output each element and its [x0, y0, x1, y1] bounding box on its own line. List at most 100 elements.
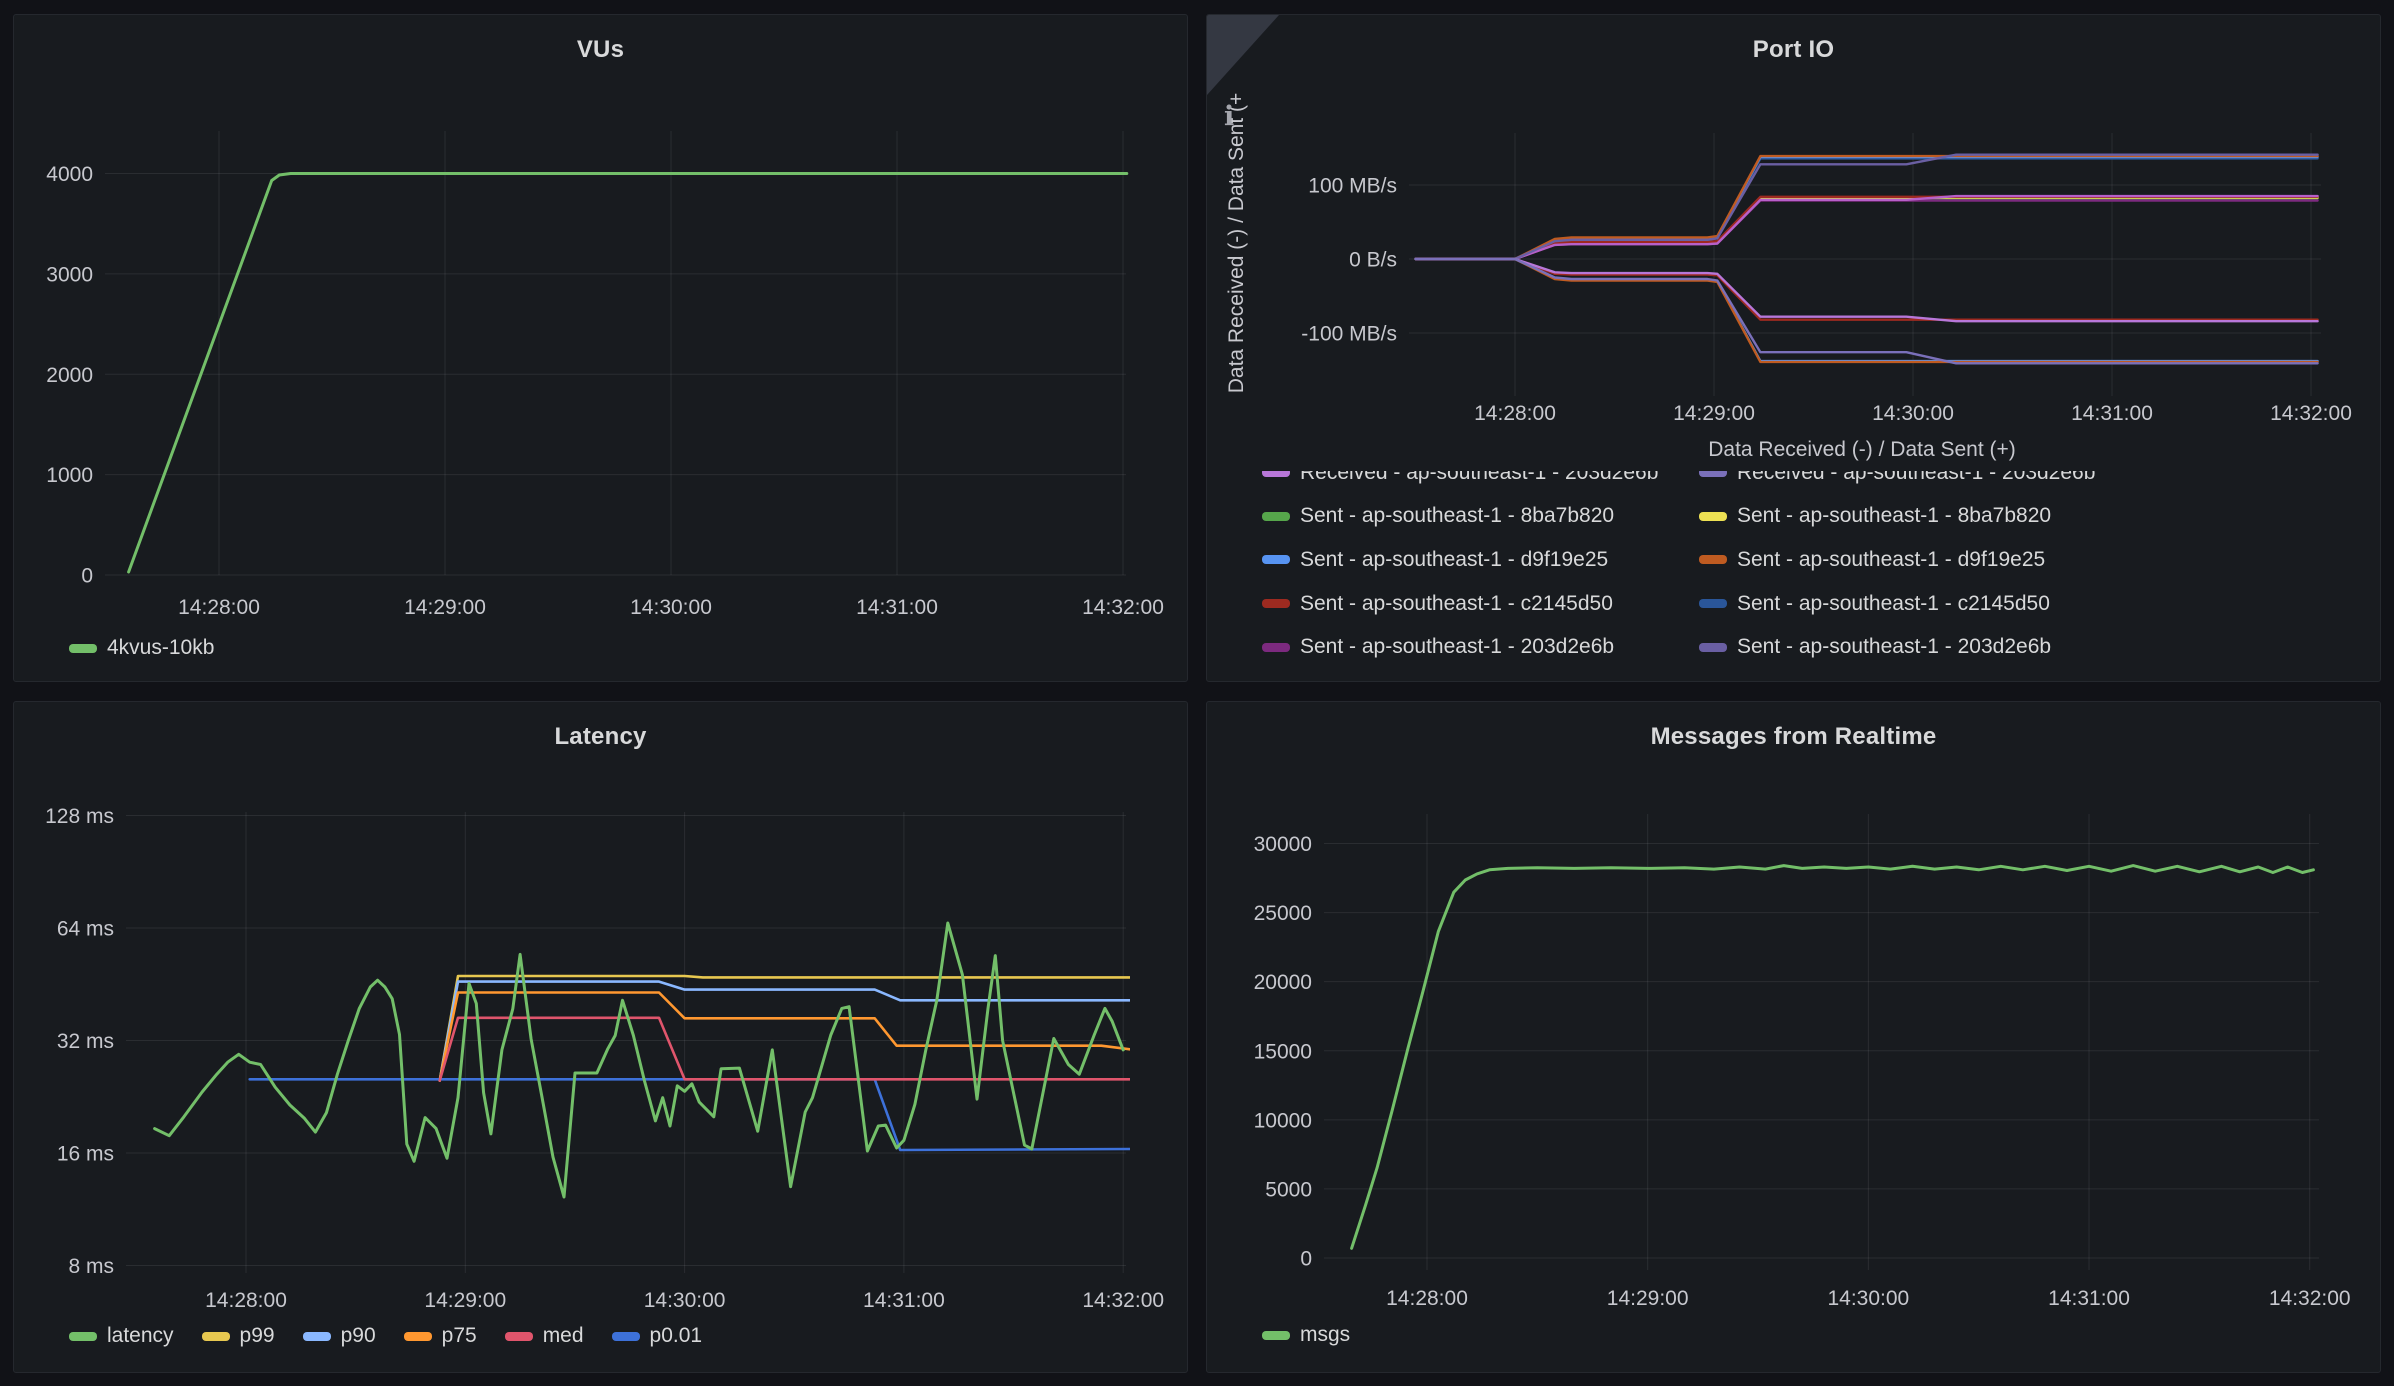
legend-label: Sent - ap-southeast-1 - c2145d50: [1300, 592, 1613, 616]
series-line-Sent - ap-southeast-1 - 8ba7b820: [1416, 198, 2318, 259]
panel-info-corner[interactable]: i: [1207, 15, 1279, 95]
legend-swatch: [1262, 512, 1290, 521]
port-io-legend-viewport[interactable]: Received - ap-southeast-1 - 203d2e6bRece…: [1262, 471, 2366, 671]
x-tick-label: 14:28:00: [1474, 402, 1556, 425]
x-tick-label: 14:31:00: [2071, 402, 2153, 425]
legend-label: Sent - ap-southeast-1 - 8ba7b820: [1300, 504, 1614, 528]
y-tick-label: 1000: [46, 464, 93, 487]
legend-swatch: [202, 1332, 230, 1341]
legend-item[interactable]: med: [505, 1324, 584, 1348]
legend-item[interactable]: latency: [69, 1324, 174, 1348]
legend-swatch: [69, 1332, 97, 1341]
x-tick-label: 14:29:00: [1673, 402, 1755, 425]
series-line-#9d2a20: [1416, 259, 2318, 320]
panel-port-io: i Port IO 100 MB/s 0 B/s -100 MB/s 14:28:00…: [1206, 14, 2381, 682]
y-tick-label: 8 ms: [68, 1255, 114, 1278]
legend-item[interactable]: Received - ap-southeast-1 - 203d2e6b: [1262, 471, 1699, 485]
legend-item[interactable]: Sent - ap-southeast-1 - 8ba7b820: [1262, 504, 1699, 528]
series-line-Received - ap-southeast-1 - 203d2e6b: [1416, 259, 2318, 363]
y-tick-label: 20000: [1254, 971, 1312, 994]
legend-label: Sent - ap-southeast-1 - d9f19e25: [1737, 548, 2045, 572]
vus-chart[interactable]: 0100020003000400014:28:0014:29:0014:30:0…: [14, 15, 1187, 681]
y-tick-label: 128 ms: [45, 805, 114, 828]
x-tick-label: 14:28:00: [1386, 1287, 1468, 1310]
legend-swatch: [612, 1332, 640, 1341]
x-tick-label: 14:31:00: [2048, 1287, 2130, 1310]
legend-label: Sent - ap-southeast-1 - 8ba7b820: [1737, 504, 2051, 528]
messages-legend: msgs: [1262, 1323, 1350, 1347]
legend-item[interactable]: Sent - ap-southeast-1 - d9f19e25: [1262, 548, 1699, 572]
legend-item[interactable]: p99: [202, 1324, 275, 1348]
legend-item[interactable]: p75: [404, 1324, 477, 1348]
series-line-p0.01: [250, 1079, 1131, 1150]
legend-item[interactable]: Sent - ap-southeast-1 - 8ba7b820: [1699, 504, 2366, 528]
y-tick-label: -100 MB/s: [1301, 323, 1397, 346]
legend-item[interactable]: Sent - ap-southeast-1 - d9f19e25: [1699, 548, 2366, 572]
panel-title-vus[interactable]: VUs: [14, 36, 1187, 64]
y-tick-label: 15000: [1254, 1040, 1312, 1063]
legend-item[interactable]: Sent - ap-southeast-1 - 203d2e6b: [1699, 635, 2366, 659]
y-tick-label: 10000: [1254, 1109, 1312, 1132]
legend-item[interactable]: 4kvus-10kb: [69, 636, 214, 660]
legend-label: med: [543, 1324, 584, 1348]
messages-chart[interactable]: 05000100001500020000250003000014:28:0014…: [1207, 702, 2380, 1372]
legend-label: Sent - ap-southeast-1 - c2145d50: [1737, 592, 2050, 616]
series-line-p75: [440, 993, 1131, 1081]
series-line-Sent - ap-southeast-1 - 203d2e6b: [1416, 155, 2318, 259]
legend-swatch: [1699, 599, 1727, 608]
legend-swatch: [404, 1332, 432, 1341]
series-line-p90: [440, 982, 1131, 1081]
y-tick-label: 32 ms: [57, 1030, 114, 1053]
y-tick-label: 64 ms: [57, 918, 114, 941]
y-tick-label: 5000: [1265, 1178, 1312, 1201]
panel-vus: VUs 0100020003000400014:28:0014:29:0014:…: [13, 14, 1188, 682]
x-axis-label: Data Received (-) / Data Sent (+): [1708, 438, 2016, 461]
panel-messages: Messages from Realtime 05000100001500020…: [1206, 701, 2381, 1373]
panel-title-port-io[interactable]: Port IO: [1207, 36, 2380, 64]
legend-label: Sent - ap-southeast-1 - d9f19e25: [1300, 548, 1608, 572]
legend-swatch: [1262, 1331, 1290, 1340]
series-line-Sent - ap-southeast-1 - 203d2e6b: [1416, 201, 2318, 260]
y-tick-label: 0 B/s: [1349, 249, 1397, 272]
y-tick-label: 30000: [1254, 833, 1312, 856]
legend-item[interactable]: Sent - ap-southeast-1 - c2145d50: [1699, 592, 2366, 616]
x-tick-label: 14:30:00: [644, 1289, 726, 1312]
legend-label: latency: [107, 1324, 174, 1348]
legend-item[interactable]: Sent - ap-southeast-1 - c2145d50: [1262, 592, 1699, 616]
legend-label: msgs: [1300, 1323, 1350, 1347]
legend-item[interactable]: Sent - ap-southeast-1 - 203d2e6b: [1262, 635, 1699, 659]
vus-legend: 4kvus-10kb: [69, 636, 214, 660]
y-tick-label: 4000: [46, 163, 93, 186]
legend-swatch: [1262, 599, 1290, 608]
y-tick-label: 25000: [1254, 902, 1312, 925]
x-tick-label: 14:31:00: [863, 1289, 945, 1312]
legend-item[interactable]: msgs: [1262, 1323, 1350, 1347]
y-tick-label: 2000: [46, 364, 93, 387]
series-line-Received - ap-southeast-1 - 203d2e6b: [1416, 259, 2318, 321]
x-tick-label: 14:31:00: [856, 596, 938, 619]
panel-title-messages[interactable]: Messages from Realtime: [1207, 723, 2380, 751]
legend-item[interactable]: Received - ap-southeast-1 - 203d2e6b: [1699, 471, 2366, 485]
legend-label: p75: [442, 1324, 477, 1348]
latency-legend: latency p99 p90 p75 med p0.01: [69, 1324, 702, 1348]
grafana-dashboard: VUs 0100020003000400014:28:0014:29:0014:…: [0, 0, 2394, 1386]
x-tick-label: 14:28:00: [178, 596, 260, 619]
x-tick-label: 14:28:00: [205, 1289, 287, 1312]
y-tick-label: 100 MB/s: [1308, 175, 1397, 198]
x-tick-label: 14:30:00: [1827, 1287, 1909, 1310]
port-io-legend: Received - ap-southeast-1 - 203d2e6bRece…: [1262, 471, 2366, 669]
panel-latency: Latency 8 ms16 ms32 ms64 ms128 ms14:28:0…: [13, 701, 1188, 1373]
series-line-#5794f2: [1416, 259, 2318, 361]
legend-swatch: [303, 1332, 331, 1341]
legend-item[interactable]: p90: [303, 1324, 376, 1348]
x-tick-label: 14:32:00: [1082, 1289, 1164, 1312]
legend-item[interactable]: p0.01: [612, 1324, 703, 1348]
panel-title-latency[interactable]: Latency: [14, 723, 1187, 751]
series-line-msgs: [1352, 866, 2314, 1249]
series-line-Sent - ap-southeast-1 - c2145d50: [1416, 197, 2318, 259]
legend-swatch: [1699, 512, 1727, 521]
series-line-#b760c9: [1416, 196, 2318, 259]
legend-swatch: [1699, 643, 1727, 652]
x-tick-label: 14:30:00: [630, 596, 712, 619]
latency-chart[interactable]: 8 ms16 ms32 ms64 ms128 ms14:28:0014:29:0…: [14, 702, 1187, 1372]
